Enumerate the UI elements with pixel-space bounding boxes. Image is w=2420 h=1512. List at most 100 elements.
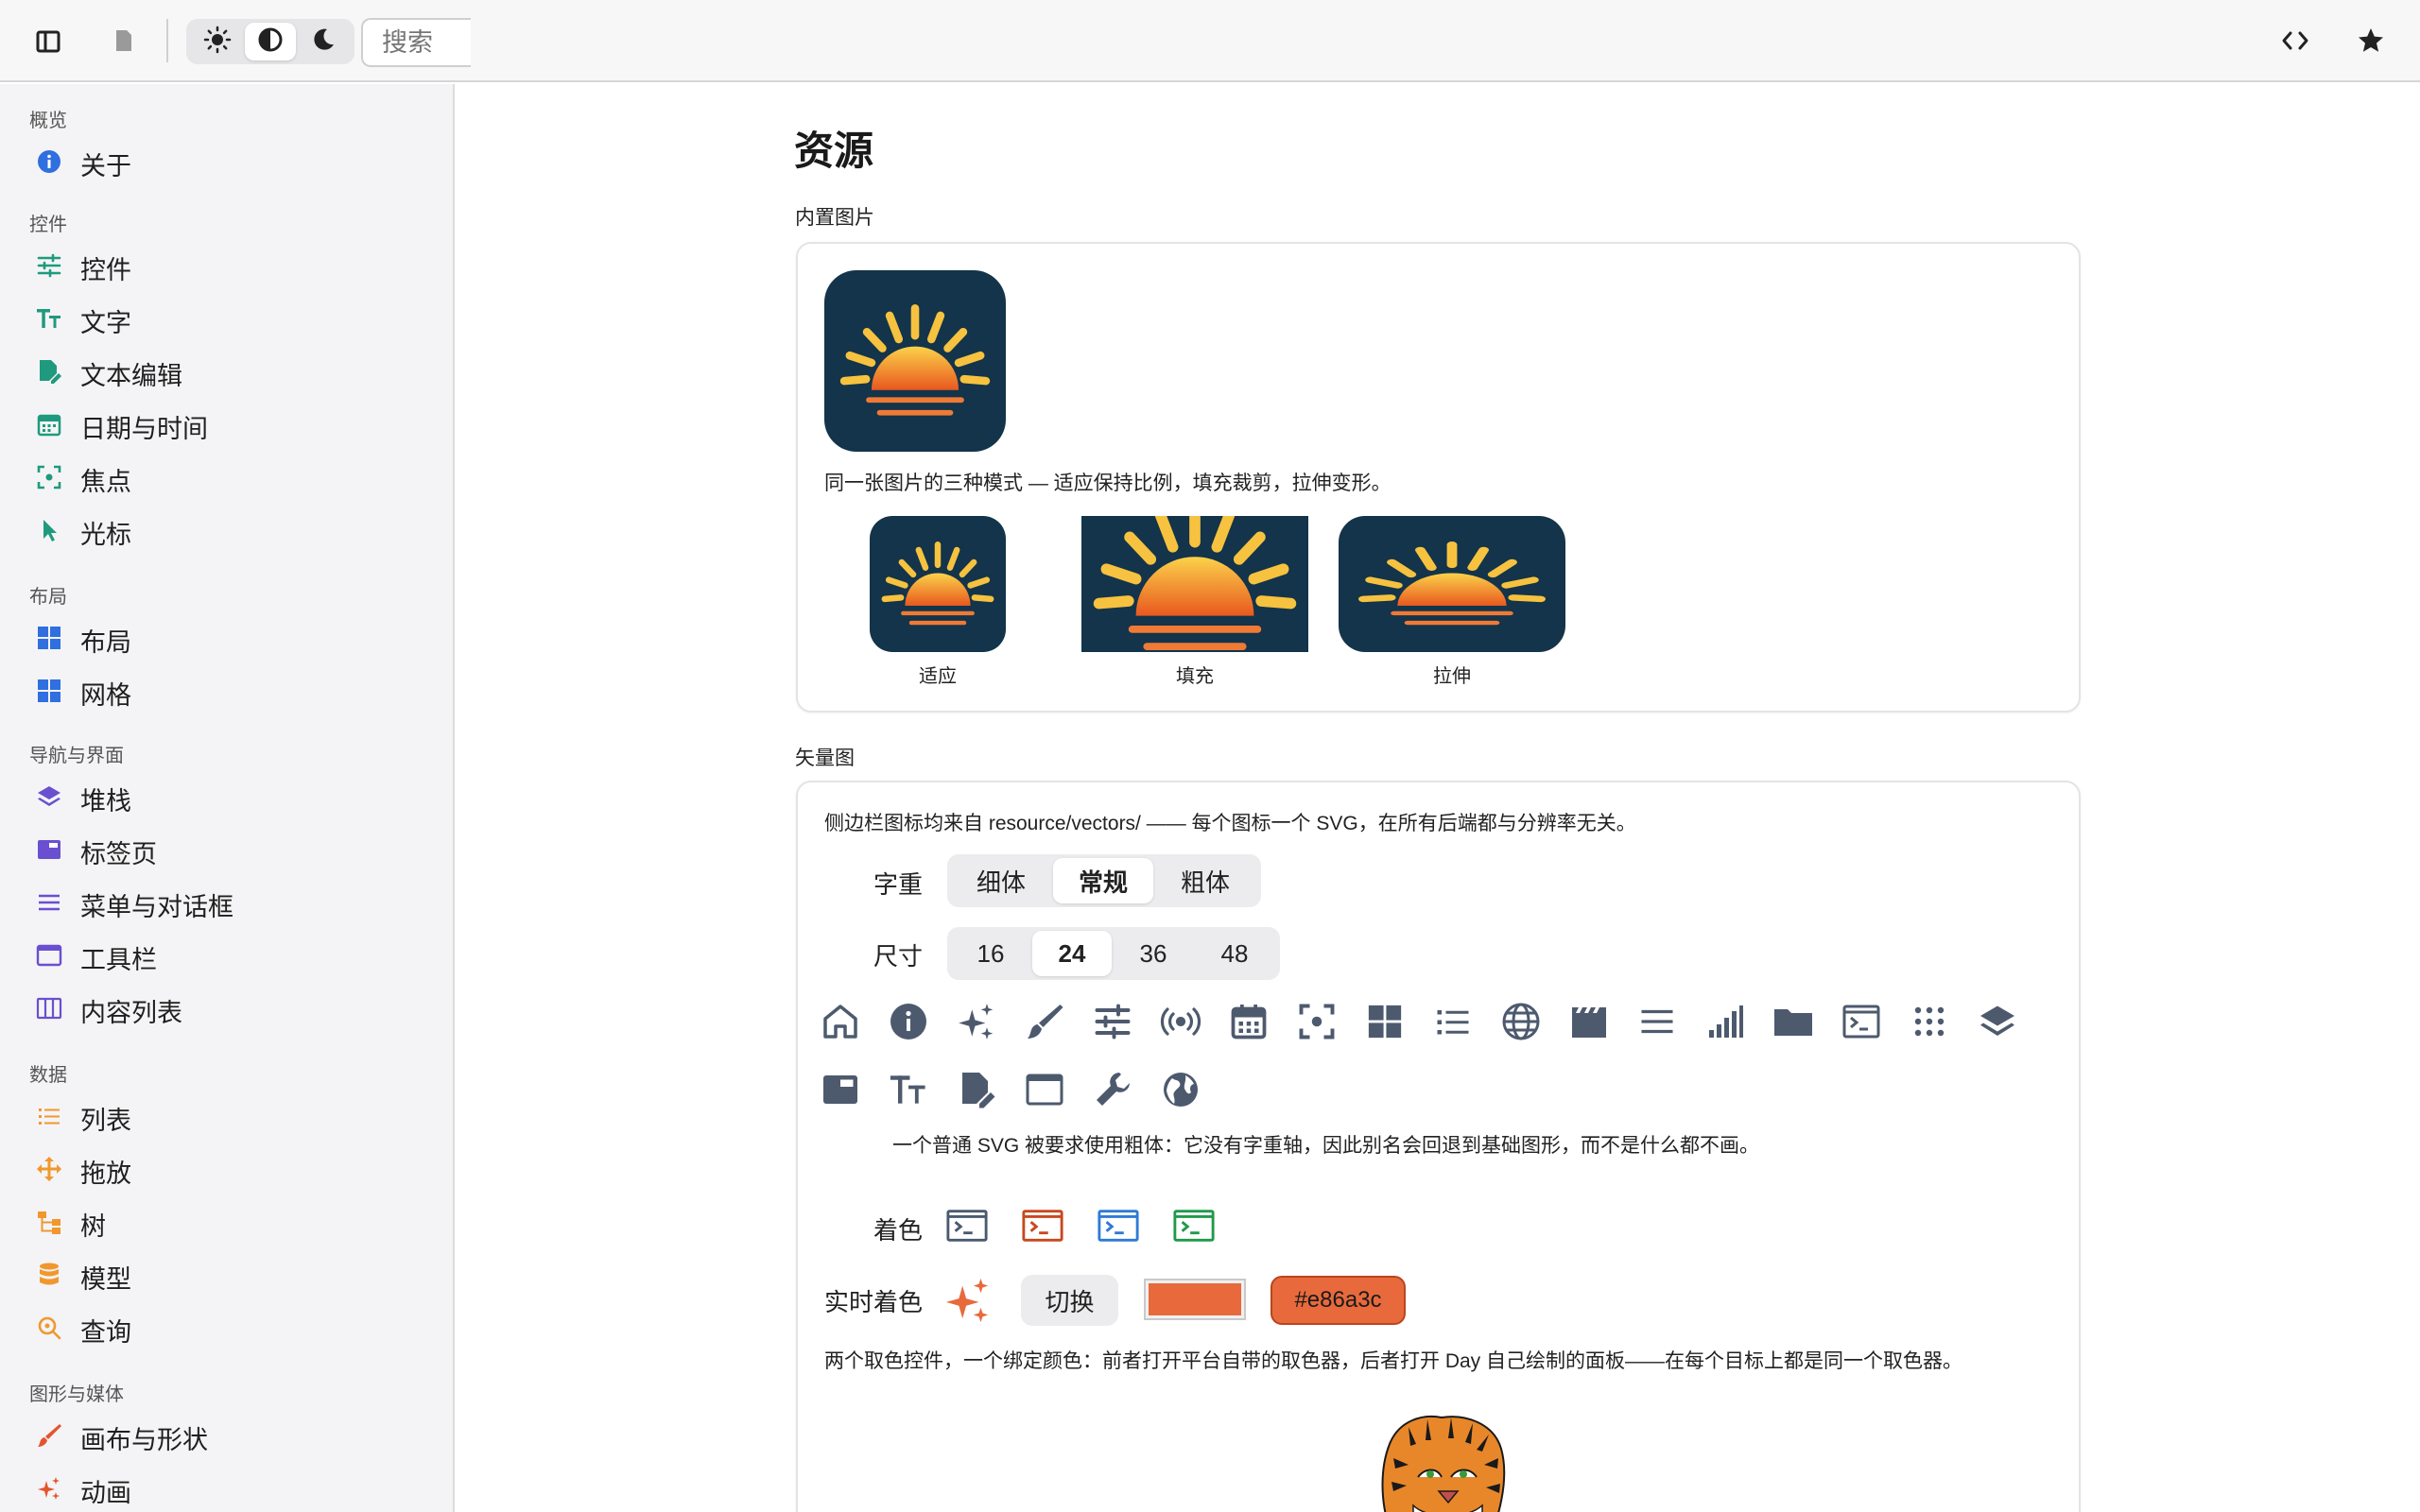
search-input[interactable] [361,18,471,67]
sidebar-item-label: 模型 [80,1265,131,1294]
size-label: 尺寸 [873,942,924,971]
sidebar-item-label: 工具栏 [80,946,157,974]
star-icon[interactable] [2354,24,2388,58]
sidebar-item-menus-dialogs[interactable]: 菜单与对话框 [0,878,453,927]
edit-document-icon [955,1068,998,1111]
sidebar-item-animation[interactable]: 动画 [0,1464,453,1512]
sidebar-item-tabs[interactable]: 标签页 [0,825,453,874]
fill-mode-image [1081,516,1308,652]
sidebar-item-label: 控件 [80,256,131,284]
auto-theme-button[interactable] [245,23,296,60]
switch-tint-button[interactable]: 切换 [1021,1275,1118,1326]
sidebar-section-title: 概览 [29,111,67,131]
sidebar-item-content-list[interactable]: 内容列表 [0,984,453,1033]
sidebar-item-label: 布局 [80,628,131,657]
sidebar-item-date-time[interactable]: 日期与时间 [0,400,453,449]
plain-svg-note: 一个普通 SVG 被要求使用粗体：它没有字重轴，因此别名会回退到基础图形，而不是… [892,1135,1760,1157]
weight-option-regular[interactable]: 常规 [1053,858,1153,903]
move-icon [34,1154,64,1184]
color-swatch-fill [1149,1283,1241,1315]
brush-icon [34,1420,64,1451]
search-icon [34,1313,64,1343]
sidebar-item-label: 网格 [80,681,131,710]
size-option-36[interactable]: 36 [1114,931,1193,976]
apps-grid-icon [1908,1000,1951,1043]
edit-document-icon [34,356,64,387]
sidebar-item-grid[interactable]: 网格 [0,666,453,715]
tree-icon [34,1207,64,1237]
sparkle-icon [34,1473,64,1503]
sidebar-item-model[interactable]: 模型 [0,1250,453,1299]
sun-icon [203,26,232,59]
focus-icon [34,462,64,492]
tab-icon [34,834,64,865]
vectors-card: 侧边栏图标均来自 resource/vectors/ —— 每个图标一个 SVG… [796,781,2081,1512]
sidebar-item-label: 拖放 [80,1160,131,1188]
sidebar-item-toolbar[interactable]: 工具栏 [0,931,453,980]
sidebar-item-drag-drop[interactable]: 拖放 [0,1144,453,1194]
size-option-16[interactable]: 16 [951,931,1030,976]
vectors-heading: 矢量图 [795,747,855,769]
list-icon [1431,1000,1475,1043]
vectors-description: 侧边栏图标均来自 resource/vectors/ —— 每个图标一个 SVG… [824,813,1636,834]
sidebar-item-stack[interactable]: 堆栈 [0,772,453,821]
code-icon[interactable] [2278,25,2312,57]
weight-option-bold[interactable]: 粗体 [1155,858,1255,903]
builtin-images-card: 同一张图片的三种模式 — 适应保持比例，填充裁剪，拉伸变形。 适应 填充 拉伸 [796,242,2081,713]
sidebar-item-tree[interactable]: 树 [0,1197,453,1246]
grid-icon [34,676,64,706]
clapperboard-icon [1567,1000,1611,1043]
broadcast-icon [1159,1000,1202,1043]
sidebar-item-label: 列表 [80,1107,131,1135]
weight-label: 字重 [873,870,924,899]
moon-icon [310,26,337,58]
cursor-icon [34,515,64,545]
document-icon[interactable] [108,25,140,57]
sidebar-item-text[interactable]: 文字 [0,294,453,343]
sidebar-item-about[interactable]: 关于 [0,137,453,186]
sidebar-item-focus[interactable]: 焦点 [0,453,453,502]
sidebar-item-controls[interactable]: 控件 [0,241,453,290]
live-tint-label: 实时着色 [824,1288,924,1316]
builtin-images-heading: 内置图片 [795,207,874,229]
menu-icon [1635,1000,1679,1043]
sidebar-item-list[interactable]: 列表 [0,1091,453,1141]
day-color-picker-button[interactable]: #e86a3c [1270,1276,1406,1325]
calendar-icon [34,409,64,439]
tint-label: 着色 [873,1216,924,1245]
text-size-icon [887,1068,930,1111]
sliders-icon [34,250,64,281]
size-option-48[interactable]: 48 [1195,931,1274,976]
home-icon [819,1000,862,1043]
sidebar-item-label: 焦点 [80,468,131,496]
sparkle-icon [955,1000,998,1043]
light-theme-button[interactable] [192,23,243,60]
size-option-24[interactable]: 24 [1032,931,1112,976]
sidebar-item-query[interactable]: 查询 [0,1303,453,1352]
sidebar-item-label: 日期与时间 [80,415,208,443]
terminal-icon [1840,1000,1883,1043]
sidebar-toggle-icon[interactable] [31,26,65,57]
sidebar-item-layout[interactable]: 布局 [0,613,453,662]
earth-icon [1159,1068,1202,1111]
sidebar-item-label: 关于 [80,152,131,180]
sidebar-item-cursor[interactable]: 光标 [0,506,453,555]
sliders-icon [1091,1000,1134,1043]
sidebar: 概览 关于 控件 控件 文字 文本编辑 日期与时间 焦点 光标 布局 布局 网格… [0,84,455,1512]
native-color-picker[interactable] [1144,1279,1246,1320]
color-picker-note: 两个取色控件，一个绑定颜色：前者打开平台自带的取色器，后者打开 Day 自己绘制… [824,1350,1963,1372]
sidebar-section-title: 图形与媒体 [29,1384,124,1405]
sidebar-item-canvas-shapes[interactable]: 画布与形状 [0,1411,453,1460]
fit-mode-caption: 适应 [919,666,957,687]
fill-mode-caption: 填充 [1176,666,1214,687]
dark-theme-button[interactable] [298,23,349,60]
tab-icon [819,1068,862,1111]
sidebar-item-text-editing[interactable]: 文本编辑 [0,347,453,396]
contrast-icon [257,26,284,58]
stretch-mode-caption: 拉伸 [1433,666,1471,687]
toolbar-divider [166,19,168,62]
sidebar-item-label: 画布与形状 [80,1426,208,1454]
layers-icon [1976,1000,2019,1043]
weight-option-light[interactable]: 细体 [951,858,1051,903]
theme-switcher [186,19,354,64]
